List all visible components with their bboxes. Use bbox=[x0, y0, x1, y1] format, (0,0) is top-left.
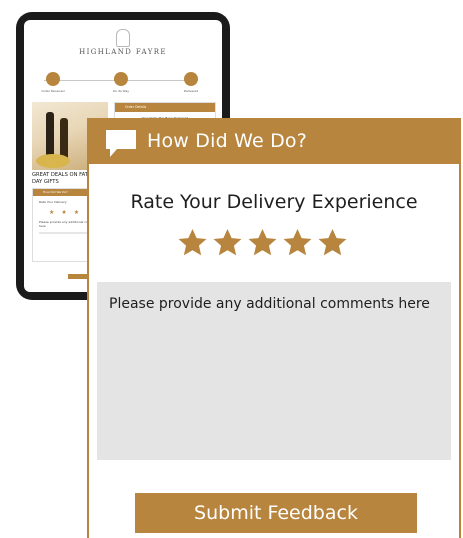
step-on-its-way-icon bbox=[114, 72, 128, 86]
star-1-icon[interactable] bbox=[177, 226, 208, 259]
star-2-icon[interactable] bbox=[212, 226, 243, 259]
step-label: Order Received bbox=[41, 89, 65, 93]
star-5-icon[interactable] bbox=[317, 226, 348, 259]
star-4-icon[interactable] bbox=[282, 226, 313, 259]
brand-title: HIGHLAND FAYRE bbox=[79, 48, 167, 56]
step-delivered-icon bbox=[184, 72, 198, 86]
comments-textarea[interactable] bbox=[97, 282, 451, 460]
submit-feedback-button[interactable]: Submit Feedback bbox=[135, 493, 417, 533]
speech-bubble-icon bbox=[105, 129, 137, 159]
widget-title: How Did We Do? bbox=[147, 130, 308, 152]
star-rating bbox=[177, 226, 348, 262]
step-order-received-icon bbox=[46, 72, 60, 86]
widget-header: How Did We Do? bbox=[89, 118, 459, 164]
bottle-image bbox=[60, 118, 68, 158]
order-box-title: Order Details bbox=[115, 103, 215, 112]
rating-question: Rate Your Delivery Experience bbox=[130, 191, 418, 213]
feedback-widget: How Did We Do? Rate Your Delivery Experi… bbox=[87, 118, 461, 538]
bottle-image bbox=[46, 112, 54, 158]
brand-logo-icon bbox=[116, 29, 130, 47]
star-3-icon[interactable] bbox=[247, 226, 278, 259]
step-label: On its Way bbox=[112, 89, 130, 93]
cheese-image bbox=[36, 154, 70, 168]
step-label: Delivered bbox=[183, 89, 199, 93]
